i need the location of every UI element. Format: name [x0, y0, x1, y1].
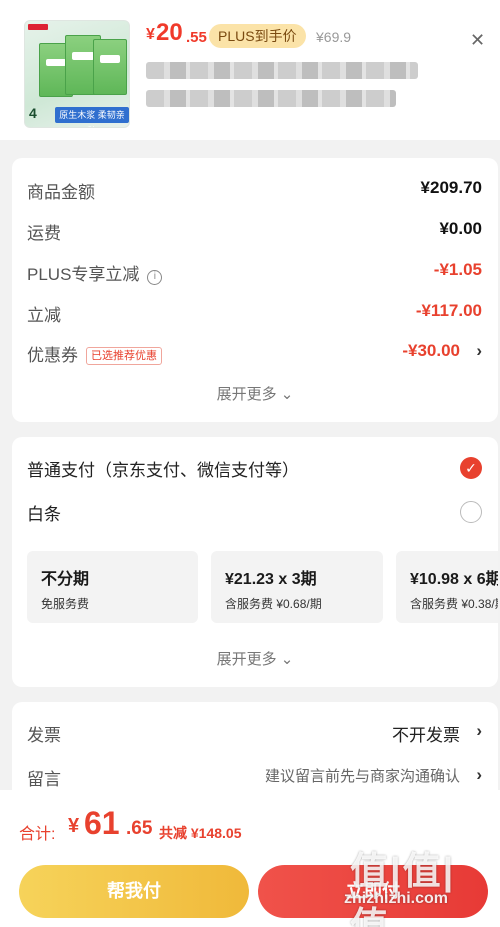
total-integer: 61: [84, 805, 120, 841]
invoice-value: 不开发票: [392, 726, 460, 745]
summary-label: 运费: [27, 224, 61, 243]
pack-count: 4: [29, 105, 37, 121]
installment-title: 不分期: [41, 571, 90, 588]
price-decimal: .55: [186, 29, 207, 46]
watermark-url: zhizhizhi.com: [344, 890, 448, 907]
info-icon[interactable]: i: [147, 270, 163, 285]
summary-row-instant-discount: 立减 -¥117.00: [27, 301, 482, 325]
plus-price-badge: PLUS到手价: [209, 24, 306, 48]
installment-title: ¥21.23 x 3期: [225, 571, 317, 588]
installment-option[interactable]: 不分期 免服务费: [27, 551, 198, 623]
watermark: 值|值|值 zhizhizhi.com: [344, 840, 494, 927]
summary-value: -¥1.05: [433, 260, 482, 279]
summary-value: ¥0.00: [439, 219, 482, 238]
product-feature-strip: 原生木浆 柔韧亲肤: [55, 107, 129, 127]
invoice-label: 发票: [27, 726, 61, 745]
summary-label: PLUS专享立减 i: [27, 260, 163, 285]
installment-fee: 免服务费: [41, 597, 90, 611]
summary-row-coupon[interactable]: 优惠券 已选推荐优惠 -¥30.00 ›: [27, 341, 482, 366]
installment-option[interactable]: ¥21.23 x 3期 含服务费 ¥0.68/期: [211, 551, 383, 623]
coupon-label: 优惠券: [27, 346, 78, 365]
total-decimal: .65: [126, 818, 153, 839]
payment-method-card: 普通支付（京东支付、微信支付等） ✓ 白条 不分期 免服务费 ¥21.23 x …: [12, 437, 498, 687]
installment-title: ¥10.98 x 6期: [410, 571, 498, 588]
price-integer: 20: [156, 19, 183, 46]
summary-row-goods: 商品金额 ¥209.70: [27, 178, 482, 202]
expand-more-link[interactable]: 展开更多 ⌄: [12, 648, 498, 669]
summary-label: 优惠券 已选推荐优惠: [27, 341, 162, 366]
coupon-recommended-tag: 已选推荐优惠: [86, 347, 162, 365]
brand-logo: [28, 24, 48, 30]
payment-option-label: 白条: [27, 505, 61, 524]
summary-label: 商品金额: [27, 183, 95, 202]
total-currency: ¥: [68, 815, 80, 837]
total-label: 合计:: [19, 826, 56, 843]
payment-option-baitiao[interactable]: 白条: [27, 500, 482, 526]
expand-more-link[interactable]: 展开更多 ⌄: [12, 383, 498, 404]
chevron-right-icon[interactable]: ›: [476, 721, 482, 741]
payment-option-label: 普通支付（京东支付、微信支付等）: [27, 461, 299, 480]
plus-discount-label: PLUS专享立减: [27, 265, 140, 284]
installment-fee: 含服务费 ¥0.38/期: [410, 597, 498, 611]
original-price: ¥69.9: [316, 29, 352, 45]
installment-fee: 含服务费 ¥0.68/期: [225, 597, 322, 611]
total-saved: 共减 ¥148.05: [159, 825, 242, 841]
checkmark-icon[interactable]: ✓: [460, 457, 482, 479]
product-header: 4 原生木浆 柔韧亲肤 ¥ 20 .55 PLUS到手价 ¥69.9 ✕: [0, 0, 500, 140]
installment-options: 不分期 免服务费 ¥21.23 x 3期 含服务费 ¥0.68/期 ¥10.98…: [27, 551, 498, 623]
note-label: 留言: [27, 770, 61, 789]
summary-row-shipping: 运费 ¥0.00: [27, 219, 482, 243]
note-input[interactable]: 建议留言前先与商家沟通确认: [265, 765, 460, 786]
product-title-blurred: [146, 62, 418, 79]
tissue-box: [93, 39, 127, 95]
summary-value: ¥209.70: [420, 178, 482, 197]
payment-option-normal[interactable]: 普通支付（京东支付、微信支付等） ✓: [27, 456, 482, 482]
summary-label: 立减: [27, 306, 61, 325]
installment-option[interactable]: ¥10.98 x 6期 含服务费 ¥0.38/期: [396, 551, 498, 623]
watermark-logo: 值|值|值: [350, 851, 456, 927]
price-summary-card: 商品金额 ¥209.70 运费 ¥0.00 PLUS专享立减 i -¥1.05 立…: [12, 158, 498, 422]
chevron-right-icon[interactable]: ›: [476, 765, 482, 785]
summary-row-plus-discount: PLUS专享立减 i -¥1.05: [27, 260, 482, 285]
help-me-pay-button[interactable]: 帮我付: [19, 865, 249, 918]
close-icon[interactable]: ✕: [470, 30, 485, 51]
product-thumbnail[interactable]: 4 原生木浆 柔韧亲肤: [24, 20, 130, 128]
summary-value: -¥30.00: [402, 341, 460, 360]
chevron-right-icon[interactable]: ›: [476, 341, 482, 361]
summary-value: -¥117.00: [415, 301, 482, 320]
radio-button[interactable]: [460, 501, 482, 523]
product-spec-blurred: [146, 90, 396, 107]
price-currency: ¥: [146, 26, 155, 43]
